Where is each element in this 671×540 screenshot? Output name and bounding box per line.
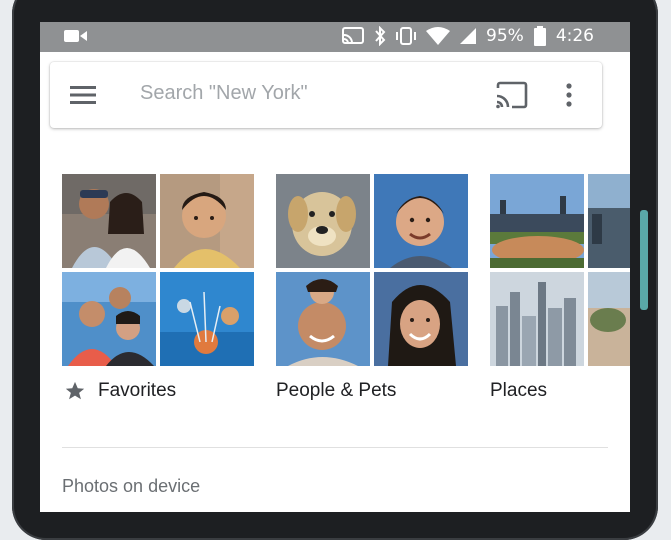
photo-thumbnail <box>62 272 156 366</box>
photo-thumbnail <box>62 174 156 268</box>
cellular-signal-icon <box>460 28 477 44</box>
album-collage <box>276 174 468 366</box>
album-people-pets[interactable]: People & Pets <box>276 174 468 409</box>
album-places[interactable]: Places <box>490 174 630 409</box>
photo-thumbnail <box>276 174 370 268</box>
phone-screen: 95% 4:26 Search "New York" Favorites Peo… <box>40 22 630 512</box>
more-vert-icon[interactable] <box>564 80 574 110</box>
menu-icon[interactable] <box>70 84 96 106</box>
wifi-icon <box>426 27 451 45</box>
photo-thumbnail <box>490 174 584 268</box>
photo-thumbnail <box>588 272 630 366</box>
albums-carousel: Favorites People & Pets Places <box>62 174 630 414</box>
cast-icon[interactable] <box>494 80 528 110</box>
video-camera-icon <box>64 28 88 44</box>
section-title-photos-on-device: Photos on device <box>62 476 201 496</box>
vibrate-icon <box>396 26 417 46</box>
search-input[interactable]: Search "New York" <box>140 82 308 105</box>
star-icon <box>64 380 86 402</box>
cast-status-icon <box>342 27 365 45</box>
album-label: Places <box>490 380 548 401</box>
album-label: Favorites <box>98 380 177 401</box>
album-collage <box>62 174 254 366</box>
section-divider <box>62 447 608 448</box>
status-bar: 95% 4:26 <box>40 22 630 52</box>
battery-icon <box>533 26 546 46</box>
clock-time: 4:26 <box>555 26 594 46</box>
photo-thumbnail <box>374 272 468 366</box>
search-bar: Search "New York" <box>50 62 602 128</box>
photo-thumbnail <box>374 174 468 268</box>
album-collage <box>490 174 630 366</box>
album-favorites[interactable]: Favorites <box>62 174 254 409</box>
photo-thumbnail <box>276 272 370 366</box>
photo-thumbnail <box>588 174 630 268</box>
battery-percentage: 95% <box>486 26 524 46</box>
bluetooth-icon <box>374 26 386 46</box>
photo-thumbnail <box>490 272 584 366</box>
phone-side-button <box>640 210 648 310</box>
album-label: People & Pets <box>276 380 397 401</box>
photo-thumbnail <box>160 272 254 366</box>
photo-thumbnail <box>160 174 254 268</box>
